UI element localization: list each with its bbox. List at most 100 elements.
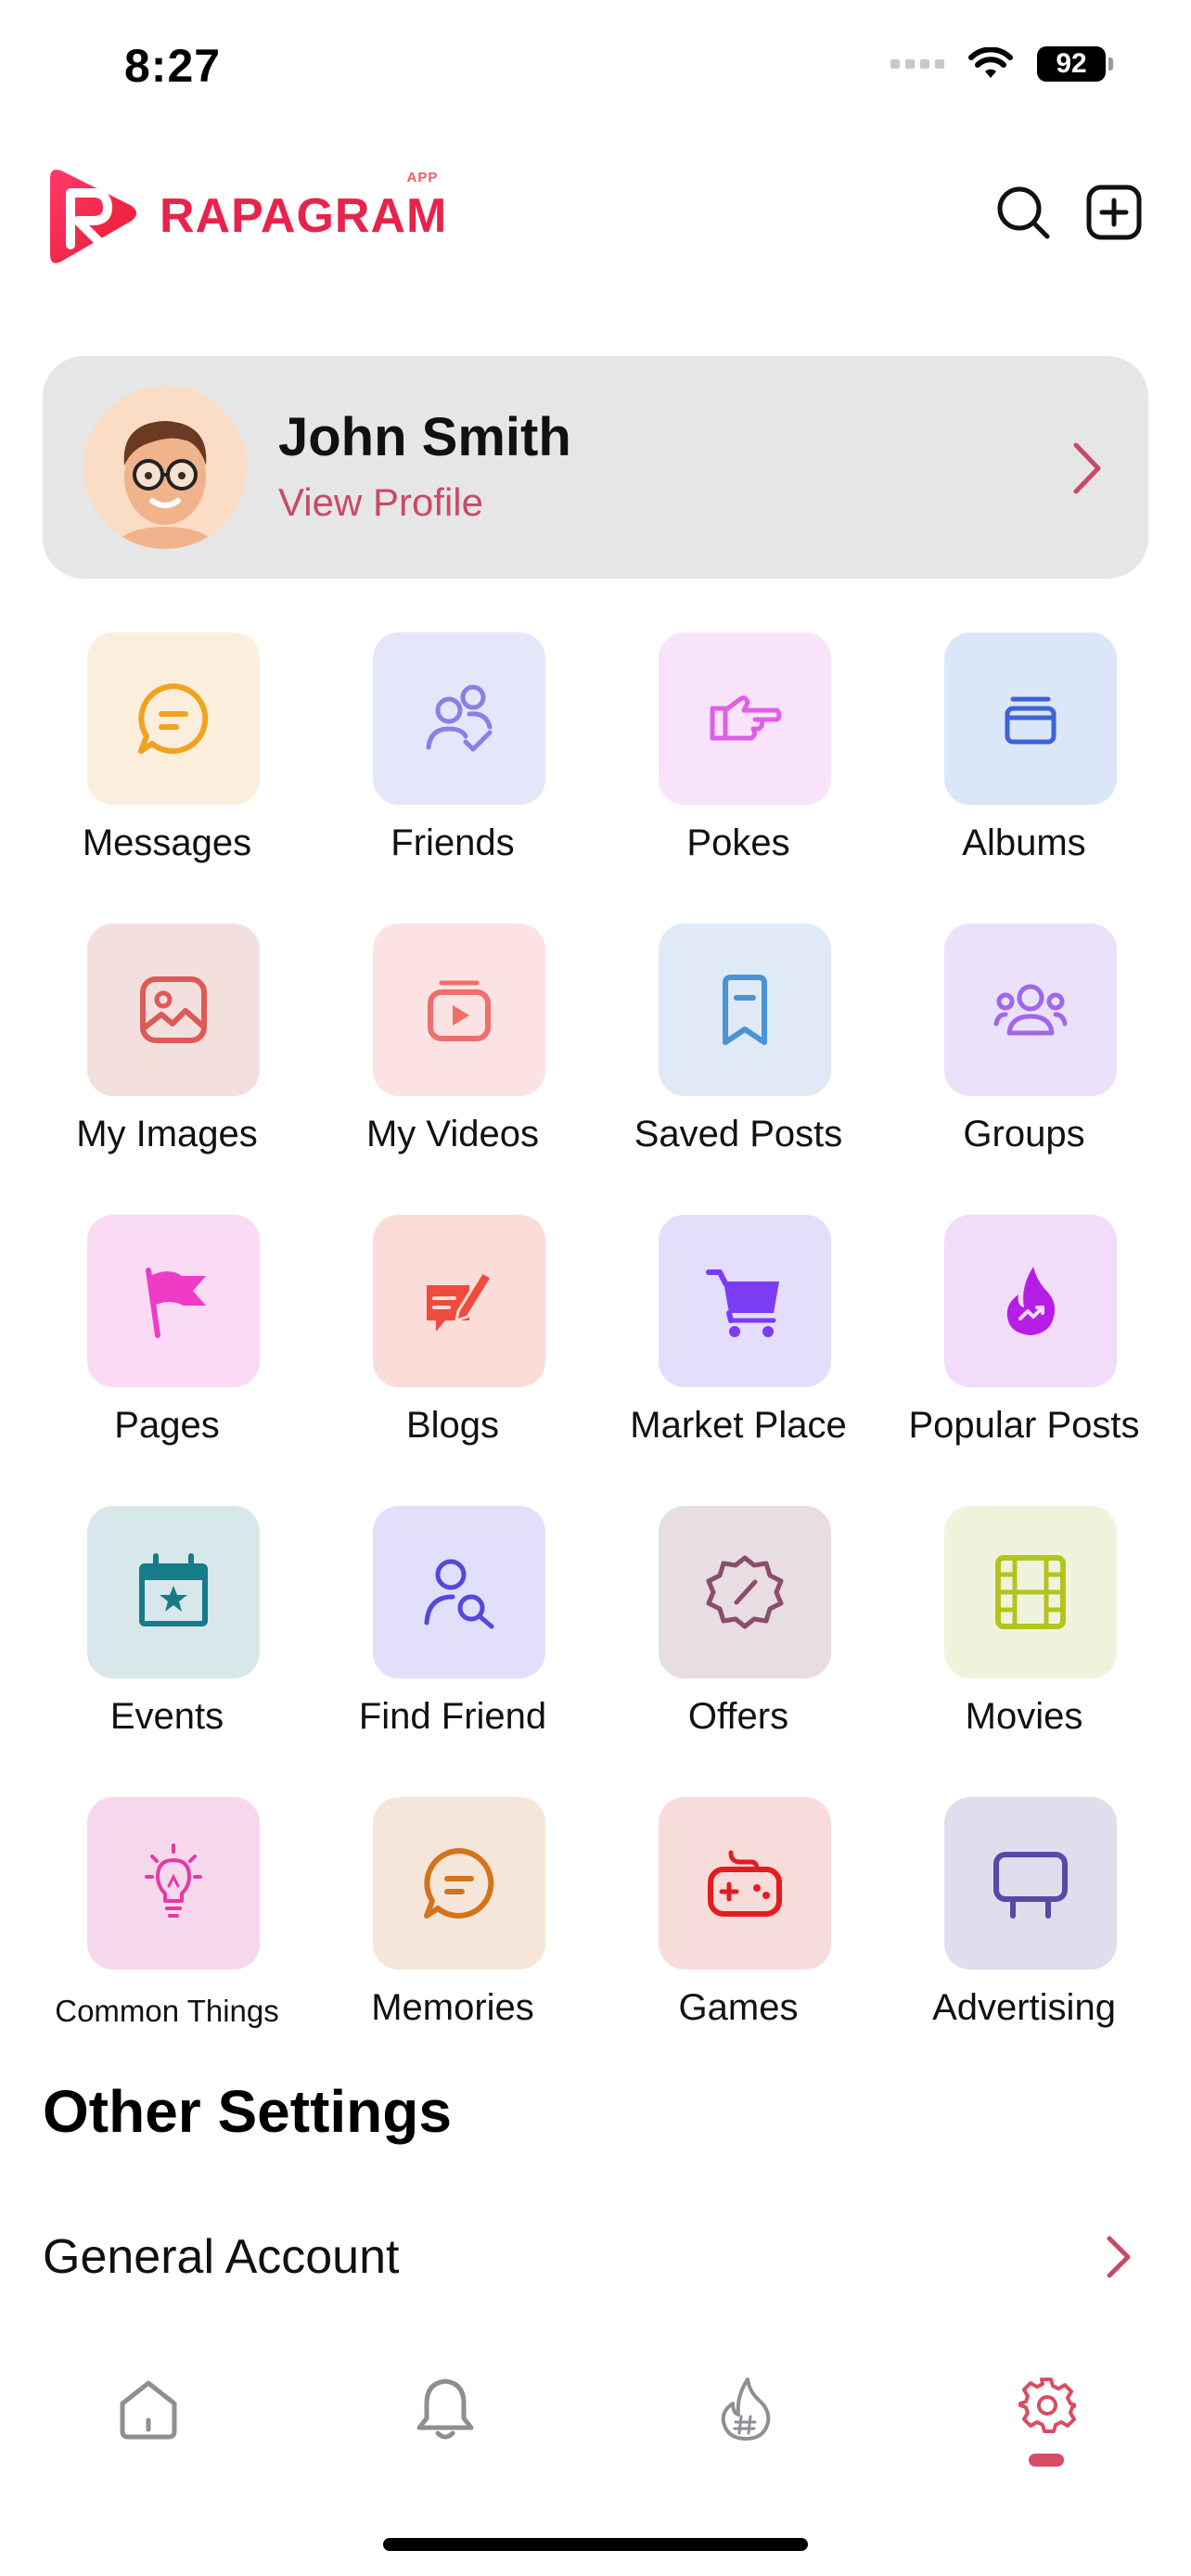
menu-tile — [944, 632, 1117, 805]
chevron-right-icon — [1107, 2236, 1131, 2278]
home-indicator — [383, 2538, 808, 2551]
menu-tile — [944, 924, 1117, 1096]
menu-tile — [87, 924, 260, 1096]
menu-item-label: Memories — [371, 1987, 534, 2028]
menu-item-groups[interactable]: Groups — [881, 924, 1167, 1183]
profile-card[interactable]: John Smith View Profile — [43, 356, 1148, 579]
menu-tile — [659, 1215, 831, 1387]
menu-item-label: Albums — [962, 823, 1086, 863]
menu-item-saved-posts[interactable]: Saved Posts — [596, 924, 881, 1183]
album-icon — [1005, 696, 1057, 745]
active-tab-indicator — [1029, 2454, 1064, 2467]
other-settings-title: Other Settings — [43, 2078, 452, 2145]
status-bar: 8:27 92 — [0, 0, 1191, 139]
menu-item-common-things[interactable]: Common Things — [24, 1797, 310, 2057]
menu-tile — [373, 632, 545, 805]
battery-icon: 92 — [1037, 46, 1113, 82]
video-icon — [428, 980, 491, 1041]
menu-tile — [87, 1797, 260, 1970]
home-icon — [120, 2380, 177, 2440]
add-square-icon — [1086, 185, 1142, 240]
menu-item-albums[interactable]: Albums — [881, 632, 1167, 892]
menu-item-find-friend[interactable]: Find Friend — [310, 1506, 596, 1766]
battery-level: 92 — [1037, 46, 1106, 82]
menu-item-movies[interactable]: Movies — [881, 1506, 1167, 1766]
film-icon — [995, 1555, 1066, 1629]
settings-row-general-account[interactable]: General Account — [43, 2216, 1148, 2300]
poke-hand-icon — [710, 695, 782, 741]
search-button[interactable] — [991, 180, 1056, 245]
memory-chat-icon — [424, 1848, 494, 1919]
menu-item-label: Common Things — [55, 1994, 279, 2028]
flag-icon — [146, 1268, 206, 1338]
menu-item-memories[interactable]: Memories — [310, 1797, 596, 2057]
menu-item-label: Saved Posts — [634, 1114, 843, 1154]
menu-item-advertising[interactable]: Advertising — [881, 1797, 1167, 2057]
menu-item-events[interactable]: Events — [24, 1506, 310, 1766]
app-logo[interactable]: RAPAGRAM APP — [45, 165, 447, 267]
menu-item-label: Events — [109, 1696, 224, 1737]
avatar — [83, 386, 247, 549]
menu-tile — [659, 1506, 831, 1678]
friends-icon — [426, 684, 493, 752]
memoji-avatar-icon — [83, 386, 247, 549]
app-header: RAPAGRAM APP — [45, 159, 1146, 271]
tab-notifications[interactable] — [390, 2355, 501, 2485]
chat-icon — [138, 683, 209, 754]
rapagram-logo-icon — [50, 170, 136, 263]
tab-home[interactable] — [93, 2355, 204, 2485]
menu-item-messages[interactable]: Messages — [24, 632, 310, 892]
menu-item-label: My Videos — [365, 1114, 539, 1154]
find-user-icon — [424, 1559, 494, 1629]
menu-item-my-images[interactable]: My Images — [24, 924, 310, 1183]
trending-hashtag-icon — [721, 2378, 771, 2441]
menu-tile — [659, 1797, 831, 1970]
view-profile-link[interactable]: View Profile — [278, 480, 483, 525]
create-post-button[interactable] — [1082, 180, 1146, 245]
billboard-icon — [993, 1852, 1068, 1919]
search-icon — [997, 186, 1050, 239]
menu-item-label: Movies — [965, 1696, 1083, 1737]
profile-name: John Smith — [278, 407, 571, 467]
discount-badge-icon — [706, 1555, 784, 1629]
tab-bar — [0, 2355, 1191, 2494]
tab-trending[interactable] — [690, 2355, 801, 2485]
fire-icon — [1006, 1267, 1056, 1335]
menu-item-pages[interactable]: Pages — [24, 1215, 310, 1474]
chevron-right-icon — [1073, 442, 1101, 494]
blog-edit-icon — [427, 1270, 493, 1332]
menu-tile — [659, 924, 831, 1096]
menu-item-label: Games — [678, 1987, 799, 2028]
menu-item-games[interactable]: Games — [596, 1797, 881, 2057]
menu-item-popular-posts[interactable]: Popular Posts — [881, 1215, 1167, 1474]
menu-item-market-place[interactable]: Market Place — [596, 1215, 881, 1474]
app-logo-sup: APP — [406, 170, 439, 185]
menu-tile — [373, 1506, 545, 1678]
calendar-star-icon — [139, 1553, 208, 1626]
menu-tile — [373, 924, 545, 1096]
tab-settings[interactable] — [991, 2355, 1102, 2485]
menu-tile — [87, 1506, 260, 1678]
menu-item-label: My Images — [76, 1114, 258, 1154]
menu-tile — [373, 1215, 545, 1387]
menu-item-label: Market Place — [630, 1405, 847, 1446]
menu-tile — [944, 1506, 1117, 1678]
settings-row-label: General Account — [43, 2230, 400, 2284]
menu-tile — [659, 632, 831, 805]
wifi-icon — [968, 47, 1013, 78]
menu-item-label: Find Friend — [358, 1696, 547, 1737]
menu-item-offers[interactable]: Offers — [596, 1506, 881, 1766]
menu-item-friends[interactable]: Friends — [310, 632, 596, 892]
menu-tile — [87, 1215, 260, 1387]
menu-item-label: Blogs — [405, 1405, 500, 1446]
menu-item-my-videos[interactable]: My Videos — [310, 924, 596, 1183]
bell-icon — [416, 2378, 474, 2440]
status-icons: 92 — [890, 46, 1113, 82]
cart-icon — [706, 1269, 779, 1337]
menu-item-label: Popular Posts — [908, 1405, 1140, 1446]
bookmark-icon — [723, 975, 767, 1045]
cellular-signal-icon — [890, 59, 944, 69]
menu-item-blogs[interactable]: Blogs — [310, 1215, 596, 1474]
menu-item-label: Pages — [114, 1405, 220, 1446]
menu-item-pokes[interactable]: Pokes — [596, 632, 881, 892]
